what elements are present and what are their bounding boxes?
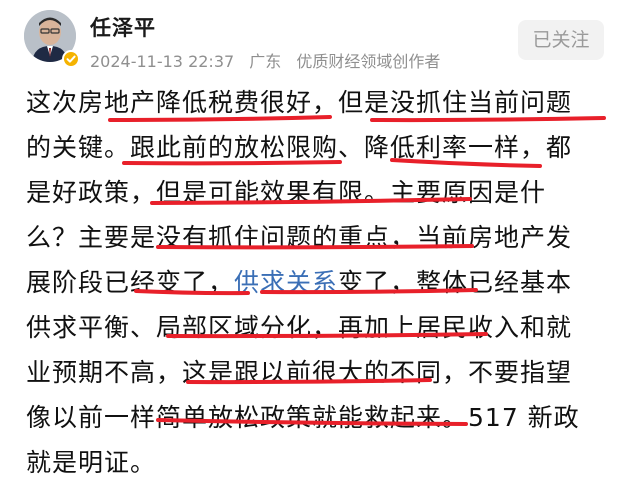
post-text-line: 展阶段已经变了，供求关系变了，整体已经基本 — [26, 260, 602, 305]
post-text-segment: 就是明证。 — [26, 448, 157, 477]
post-text-segment: 业预期不高，这是跟以前很大的不同，不要指望 — [26, 358, 573, 387]
post-text-line: 供求平衡、局部区域分化，再加上居民收入和就 — [26, 305, 602, 350]
post-text-line: 就是明证。 — [26, 440, 602, 485]
author-title: 优质财经领域创作者 — [296, 52, 441, 71]
post-text-line: 这次房地产降低税费很好，但是没抓住当前问题 — [26, 80, 602, 125]
post-meta: 2024-11-13 22:37 广东 优质财经领域创作者 — [90, 48, 450, 72]
post-text-line: 么？主要是没有抓住问题的重点，当前房地产发 — [26, 215, 602, 260]
post-text-segment: 是好政策，但是可能效果有限。主要原因是什 — [26, 178, 547, 207]
post-header: 任泽平 2024-11-13 22:37 广东 优质财经领域创作者 已关注 — [0, 0, 626, 80]
post-text-line: 是好政策，但是可能效果有限。主要原因是什 — [26, 170, 602, 215]
follow-button[interactable]: 已关注 — [518, 20, 604, 60]
post-text-line: 的关键。跟此前的放松限购、降低利率一样，都 — [26, 125, 602, 170]
post-text-segment: 变了，整体已经基本 — [338, 268, 573, 297]
post-text-segment: 么？主要是没有抓住问题的重点，当前房地产发 — [26, 223, 573, 252]
post-text-segment: 的关键。跟此前的放松限购、降低利率一样，都 — [26, 133, 573, 162]
post-text-segment: 这次房地产降低税费很好，但是没抓住当前问题 — [26, 88, 573, 117]
post-body: 这次房地产降低税费很好，但是没抓住当前问题 的关键。跟此前的放松限购、降低利率一样… — [26, 80, 602, 485]
verified-badge-icon — [62, 50, 80, 68]
post-date: 2024-11-13 22:37 — [90, 52, 235, 71]
post-text-line: 像以前一样简单放松政策就能救起来。517 新政 — [26, 395, 602, 440]
author-name[interactable]: 任泽平 — [90, 12, 156, 42]
topic-link[interactable]: 供求关系 — [234, 268, 338, 297]
post-text-segment: 像以前一样简单放松政策就能救起来。517 新政 — [26, 403, 580, 432]
post-location: 广东 — [249, 52, 282, 71]
post-text-line: 业预期不高，这是跟以前很大的不同，不要指望 — [26, 350, 602, 395]
post-text-segment: 供求平衡、局部区域分化，再加上居民收入和就 — [26, 313, 573, 342]
post-text-segment: 展阶段已经变了， — [26, 268, 235, 297]
